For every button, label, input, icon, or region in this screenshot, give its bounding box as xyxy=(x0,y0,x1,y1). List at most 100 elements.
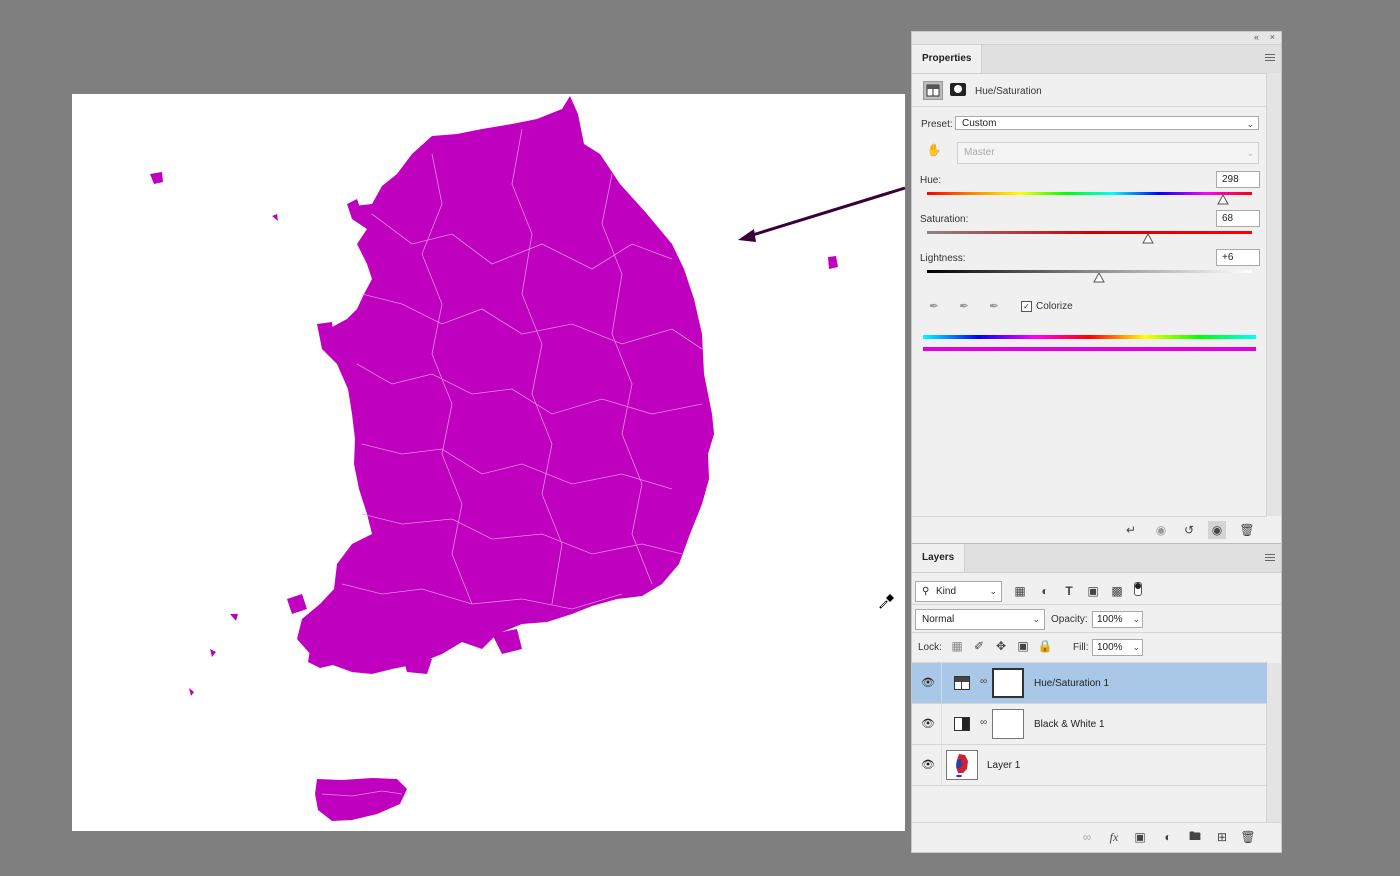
opacity-label: Opacity: xyxy=(1051,614,1088,625)
annotation-arrow xyxy=(738,186,906,242)
visibility-eye-icon[interactable]: 👁 xyxy=(921,676,935,689)
blend-mode-select[interactable]: Normal ⌄ xyxy=(915,609,1045,630)
kind-label: Kind xyxy=(936,586,957,597)
channel-value: Master xyxy=(964,147,995,158)
clip-to-layer-icon[interactable]: ↵ xyxy=(1122,521,1140,539)
panel-menu-icon[interactable] xyxy=(1265,54,1275,63)
layer-row-layer-1[interactable]: 👁 Layer 1 xyxy=(912,745,1267,786)
visibility-eye-icon[interactable]: 👁 xyxy=(921,717,935,730)
targeted-adjustment-hand-icon[interactable]: ✋ xyxy=(925,141,943,159)
add-mask-icon[interactable]: ▣ xyxy=(1131,828,1149,846)
black-white-layer-icon xyxy=(954,717,970,731)
filter-type-icon[interactable]: T xyxy=(1060,582,1078,600)
saturation-slider-track[interactable] xyxy=(927,231,1252,234)
layer-row-hue-saturation[interactable]: 👁 ∞ Hue/Saturation 1 xyxy=(912,663,1267,704)
properties-body: Hue/Saturation Preset: Custom ⌄ ✋ Master… xyxy=(912,73,1281,516)
visibility-eye-icon[interactable]: 👁 xyxy=(921,758,935,771)
divider xyxy=(912,632,1281,633)
delete-icon[interactable]: 🗑 xyxy=(1238,521,1256,539)
preset-select[interactable]: Custom ⌄ xyxy=(955,116,1259,130)
tab-layers[interactable]: Layers xyxy=(912,544,966,572)
blend-mode-value: Normal xyxy=(922,614,955,625)
lock-artboard-icon[interactable]: ▣ xyxy=(1014,637,1032,655)
layer-thumbnail[interactable] xyxy=(946,750,978,780)
kind-filter-select[interactable]: ⚲ Kind ⌄ xyxy=(915,581,1002,602)
divider xyxy=(941,663,942,703)
lightness-slider-track[interactable] xyxy=(927,270,1252,273)
fill-input[interactable]: 100% ⌄ xyxy=(1092,639,1143,656)
lightness-input[interactable]: +6 xyxy=(1216,249,1260,266)
adjustment-title: Hue/Saturation xyxy=(975,86,1042,97)
eyedropper-icon xyxy=(879,594,894,609)
hue-label: Hue: xyxy=(920,175,942,186)
new-layer-icon[interactable]: ⊞ xyxy=(1213,828,1231,846)
lock-pixels-brush-icon[interactable]: ✐ xyxy=(970,637,988,655)
reset-icon[interactable]: ↺ xyxy=(1180,521,1198,539)
layer-name[interactable]: Hue/Saturation 1 xyxy=(1034,678,1109,689)
eyedropper-minus-icon[interactable]: ✒ xyxy=(985,297,1003,315)
lock-transparency-icon[interactable]: ▦ xyxy=(948,637,966,655)
saturation-input[interactable]: 68 xyxy=(1216,210,1260,227)
chevron-down-icon: ⌄ xyxy=(1246,148,1254,158)
chevron-down-icon: ⌄ xyxy=(1132,614,1140,624)
search-icon: ⚲ xyxy=(922,586,930,597)
layer-row-black-white[interactable]: 👁 ∞ Black & White 1 xyxy=(912,704,1267,745)
layers-footer: ∞ fx ▣ ◐ 🖿 ⊞ 🗑 xyxy=(912,822,1281,853)
collapse-icon[interactable]: « xyxy=(1254,32,1259,42)
output-spectrum-bar xyxy=(923,347,1256,351)
link-layers-icon[interactable]: ∞ xyxy=(1078,828,1096,846)
delete-layer-icon[interactable]: 🗑 xyxy=(1239,828,1257,846)
divider xyxy=(941,745,942,785)
hue-saturation-layer-icon xyxy=(954,676,970,690)
colorize-checkbox[interactable]: ✓ xyxy=(1021,301,1032,312)
divider xyxy=(912,106,1267,107)
fx-icon[interactable]: fx xyxy=(1105,828,1123,846)
filter-toggle-icon[interactable] xyxy=(1134,582,1142,596)
hue-slider-track[interactable] xyxy=(927,192,1252,195)
filter-adjustment-icon[interactable]: ◐ xyxy=(1036,582,1054,600)
layers-menu-icon[interactable] xyxy=(1265,554,1275,563)
layers-list: 👁 ∞ Hue/Saturation 1 👁 ∞ Black & White 1… xyxy=(912,662,1281,823)
mask-icon[interactable] xyxy=(950,83,966,96)
filter-shape-icon[interactable]: ▣ xyxy=(1084,582,1102,600)
properties-layers-panel: « × Properties Hue/Saturation Preset: Cu… xyxy=(911,31,1282,853)
filter-smart-object-icon[interactable]: ▩ xyxy=(1108,582,1126,600)
chevron-down-icon: ⌄ xyxy=(1246,119,1254,129)
properties-scrollbar[interactable] xyxy=(1266,73,1281,516)
new-adjustment-layer-icon[interactable]: ◐ xyxy=(1159,828,1177,846)
view-previous-state-icon[interactable]: ◉ xyxy=(1152,521,1170,539)
opacity-value: 100% xyxy=(1097,614,1123,625)
properties-tabrow: Properties xyxy=(912,45,1281,74)
chevron-down-icon: ⌄ xyxy=(1032,614,1040,624)
layers-scrollbar[interactable] xyxy=(1266,663,1281,823)
link-chain-icon[interactable]: ∞ xyxy=(980,676,987,687)
lock-all-icon[interactable]: 🔒 xyxy=(1036,637,1054,655)
tab-properties[interactable]: Properties xyxy=(912,45,983,73)
hue-slider-thumb[interactable] xyxy=(1216,195,1229,205)
eyedropper-plus-icon[interactable]: ✒ xyxy=(955,297,973,315)
hue-saturation-adjustment-icon[interactable] xyxy=(923,81,943,100)
link-chain-icon[interactable]: ∞ xyxy=(980,717,987,728)
toggle-visibility-icon[interactable]: ◉ xyxy=(1208,521,1226,539)
eyedropper-icon[interactable]: ✒ xyxy=(925,297,943,315)
layer-name[interactable]: Layer 1 xyxy=(987,760,1020,771)
divider xyxy=(941,704,942,744)
lightness-slider-thumb[interactable] xyxy=(1093,273,1106,283)
close-icon[interactable]: × xyxy=(1270,32,1275,42)
layer-mask-thumbnail[interactable] xyxy=(992,668,1024,698)
hue-input[interactable]: 298 xyxy=(1216,171,1260,188)
properties-footer: ↵ ◉ ↺ ◉ 🗑 xyxy=(912,516,1267,543)
preset-label: Preset: xyxy=(921,119,953,130)
filter-pixel-icon[interactable]: ▦ xyxy=(1011,582,1029,600)
lock-position-move-icon[interactable]: ✥ xyxy=(992,637,1010,655)
chevron-down-icon: ⌄ xyxy=(989,586,997,596)
divider xyxy=(912,604,1281,605)
saturation-slider-thumb[interactable] xyxy=(1142,234,1154,244)
preset-value: Custom xyxy=(962,118,997,129)
layer-mask-thumbnail[interactable] xyxy=(992,709,1024,739)
layer-name[interactable]: Black & White 1 xyxy=(1034,719,1105,730)
input-spectrum-bar xyxy=(923,335,1256,339)
new-group-folder-icon[interactable]: 🖿 xyxy=(1186,828,1204,846)
opacity-input[interactable]: 100% ⌄ xyxy=(1092,611,1143,628)
fill-value: 100% xyxy=(1097,642,1123,653)
